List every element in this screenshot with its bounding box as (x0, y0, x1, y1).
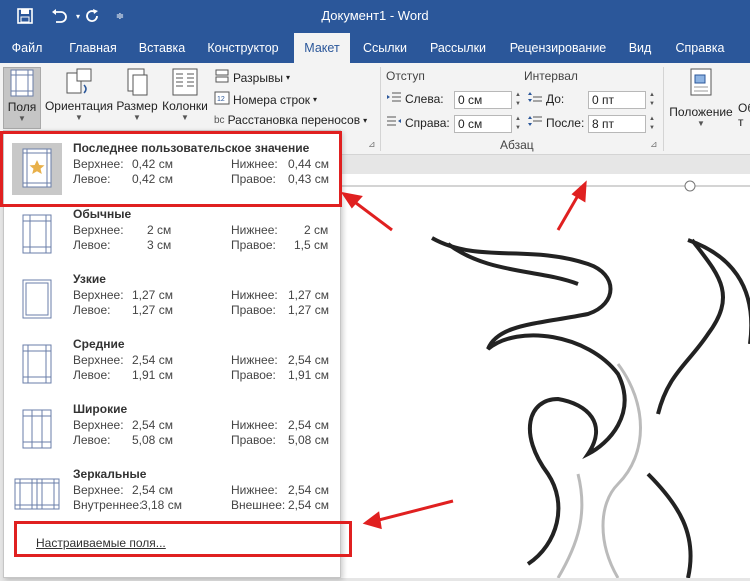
annotation-arrow (351, 198, 393, 232)
annotation-arrow (556, 191, 582, 231)
annotation-arrows (340, 180, 587, 530)
annotation-arrow (374, 499, 454, 523)
arrow-head-icon (362, 511, 382, 530)
